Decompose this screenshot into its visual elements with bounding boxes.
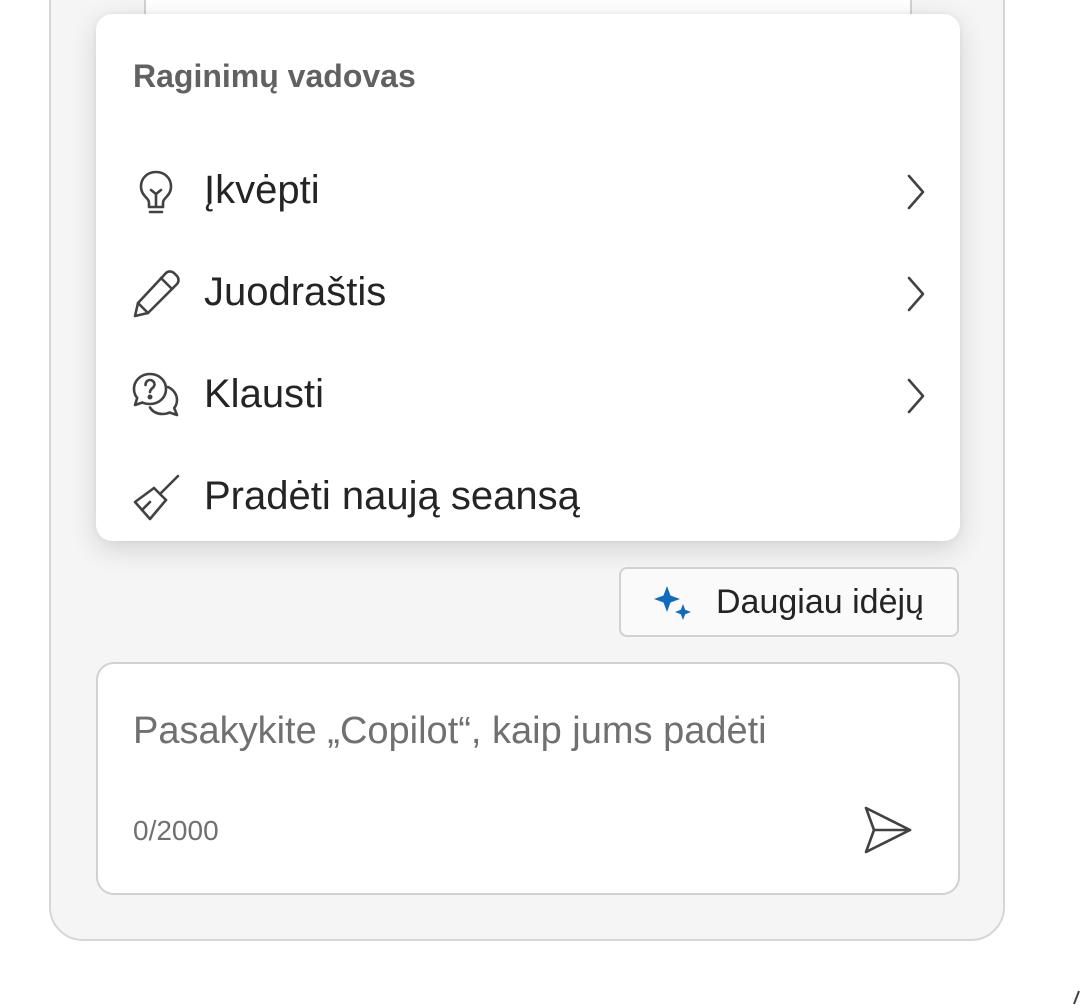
more-ideas-label: Daugiau idėjų bbox=[716, 583, 924, 621]
menu-item-label: Juodraštis bbox=[204, 270, 387, 314]
lightbulb-icon bbox=[139, 170, 173, 214]
sparkle-icon bbox=[654, 586, 691, 620]
menu-item-draft[interactable]: Juodraštis bbox=[96, 244, 960, 344]
send-icon[interactable] bbox=[860, 802, 916, 858]
more-ideas-button[interactable]: Daugiau idėjų bbox=[619, 567, 959, 637]
menu-item-label: Įkvėpti bbox=[204, 168, 320, 212]
broom-icon bbox=[133, 474, 180, 521]
chat-question-icon bbox=[132, 372, 179, 417]
chevron-right-icon bbox=[907, 174, 925, 210]
prompt-guide-menu: Raginimų vadovas Įkvėpti Juodraštis Klau… bbox=[96, 14, 960, 541]
menu-item-inspire[interactable]: Įkvėpti bbox=[96, 142, 960, 242]
menu-item-new-session[interactable]: Pradėti naują seansą bbox=[96, 448, 960, 548]
menu-item-ask[interactable]: Klausti bbox=[96, 346, 960, 446]
chevron-right-icon bbox=[907, 276, 925, 312]
chevron-right-icon bbox=[907, 378, 925, 414]
composer-placeholder[interactable]: Pasakykite „Copilot“, kaip jums padėti bbox=[133, 710, 767, 753]
window-edge-mark bbox=[1073, 990, 1080, 1005]
character-counter: 0/2000 bbox=[133, 815, 219, 846]
menu-header: Raginimų vadovas bbox=[133, 58, 416, 94]
pencil-icon bbox=[133, 270, 180, 318]
menu-item-label: Klausti bbox=[204, 372, 325, 416]
menu-item-label: Pradėti naują seansą bbox=[204, 474, 580, 518]
chat-composer[interactable]: Pasakykite „Copilot“, kaip jums padėti 0… bbox=[96, 662, 960, 895]
